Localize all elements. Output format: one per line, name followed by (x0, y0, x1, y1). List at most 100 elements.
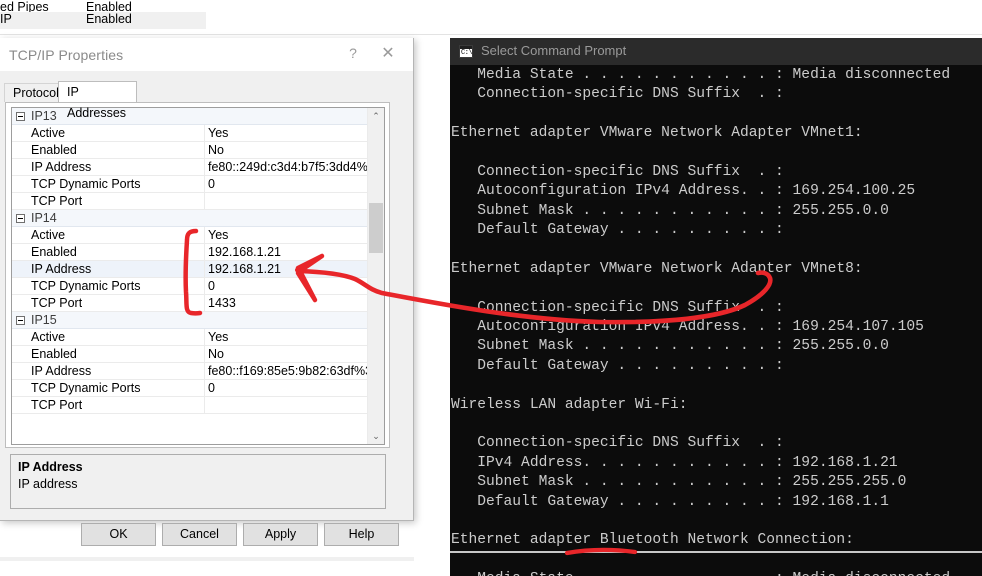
ok-button[interactable]: OK (81, 523, 156, 546)
scroll-up-icon[interactable]: ⌃ (368, 108, 384, 124)
tcpip-properties-dialog: TCP/IP Properties ? ✕ Protocol IP Addres… (0, 38, 414, 561)
grid-group-row[interactable]: IP15 (12, 312, 368, 329)
column-separator (204, 397, 205, 413)
grid-row[interactable]: TCP Port (12, 397, 368, 414)
background-window: ed Pipes Enabled IP Enabled (0, 0, 982, 36)
grid-vertical-scrollbar[interactable]: ⌃ ⌄ (367, 108, 384, 444)
grid-row-value[interactable]: Yes (208, 329, 228, 346)
command-prompt-icon: C:\ (459, 45, 473, 58)
grid-row-value[interactable]: 0 (208, 176, 215, 193)
command-prompt-title: Select Command Prompt (481, 43, 627, 58)
grid-row-label: Active (31, 126, 66, 140)
grid-row-value[interactable]: Yes (208, 125, 228, 142)
grid-rows-container: IP13 Active Yes Enabled No IP Address fe80::24… (12, 108, 381, 414)
grid-row[interactable]: TCP Dynamic Ports 0 (12, 176, 368, 193)
scrollbar-thumb[interactable] (369, 203, 383, 253)
grid-row[interactable]: Enabled No (12, 346, 368, 363)
console-output[interactable]: Media State . . . . . . . . . . . : Medi… (450, 65, 982, 576)
window-divider (0, 34, 982, 35)
collapse-icon[interactable] (16, 112, 25, 121)
dialog-button-bar: OK Cancel Apply Help (0, 523, 414, 559)
console-line: Ethernet adapter VMware Network Adapter … (451, 260, 863, 277)
cancel-button[interactable]: Cancel (162, 523, 237, 546)
grid-row-label: IP Address (31, 262, 92, 276)
grid-row-value[interactable]: fe80::f169:85e5:9b82:63df%3 (208, 363, 372, 380)
column-separator (204, 227, 205, 243)
console-line: Autoconfiguration IPv4 Address. . : 169.… (451, 183, 916, 200)
grid-row[interactable]: Active Yes (12, 227, 368, 244)
property-description-panel: IP Address IP address (10, 454, 386, 509)
grid-group-row[interactable]: IP14 (12, 210, 368, 227)
grid-row-label: TCP Dynamic Ports (31, 381, 141, 395)
grid-row[interactable]: Enabled No (12, 142, 368, 159)
grid-row[interactable]: IP Address fe80::249d:c3d4:b7f5:3dd4%11 (12, 159, 381, 176)
grid-row-value[interactable]: No (208, 346, 224, 363)
grid-row[interactable]: Active Yes (12, 329, 368, 346)
grid-row-label: Active (31, 330, 66, 344)
ip-addresses-grid[interactable]: IP13 Active Yes Enabled No IP Address fe80::24… (11, 107, 385, 445)
tab-protocol[interactable]: Protocol (4, 83, 59, 102)
grid-row[interactable]: TCP Port 1433 (12, 295, 368, 312)
grid-row-label: TCP Port (31, 296, 83, 310)
grid-row-label: Enabled (31, 143, 77, 157)
console-line: IPv4 Address. . . . . . . . . . . : 192.… (451, 454, 898, 471)
scroll-down-icon[interactable]: ⌄ (368, 428, 384, 444)
command-prompt-window[interactable]: C:\ Select Command Prompt Media State . … (450, 38, 982, 576)
grid-row[interactable]: IP Address 192.168.1.21 (12, 261, 368, 278)
help-icon[interactable]: ? (338, 38, 368, 69)
column-separator (204, 142, 205, 158)
grid-row-label: TCP Port (31, 194, 83, 208)
grid-row-value[interactable]: No (208, 142, 224, 159)
column-separator (204, 193, 205, 209)
description-text: IP address (18, 477, 78, 491)
grid-group-row[interactable]: IP13 (12, 108, 368, 125)
grid-row-label: IP Address (31, 160, 92, 174)
grid-row[interactable]: Enabled 192.168.1.21 (12, 244, 368, 261)
console-line: Ethernet adapter Bluetooth Network Conne… (451, 532, 854, 549)
column-separator (204, 159, 205, 175)
column-separator (204, 346, 205, 362)
grid-row-value[interactable]: 192.168.1.21 (208, 261, 281, 278)
console-line: Default Gateway . . . . . . . . . : 192.… (451, 493, 889, 510)
background-row-name: IP (0, 12, 12, 26)
ip-addresses-grid-panel: IP13 Active Yes Enabled No IP Address fe80::24… (5, 102, 390, 448)
console-line: Subnet Mask . . . . . . . . . . . : 255.… (451, 202, 889, 219)
grid-row-value[interactable]: fe80::249d:c3d4:b7f5:3dd4%11 (208, 159, 381, 176)
console-line: Default Gateway . . . . . . . . . : (451, 222, 784, 239)
grid-group-label: IP14 (31, 211, 57, 225)
grid-row[interactable]: TCP Dynamic Ports 0 (12, 278, 368, 295)
console-line: Connection-specific DNS Suffix . : (451, 435, 784, 452)
apply-button[interactable]: Apply (243, 523, 318, 546)
grid-row[interactable]: Active Yes (12, 125, 368, 142)
close-icon[interactable]: ✕ (373, 38, 403, 69)
grid-row[interactable]: TCP Dynamic Ports 0 (12, 380, 368, 397)
tab-ip-addresses[interactable]: IP Addresses (58, 81, 137, 120)
collapse-icon[interactable] (16, 316, 25, 325)
grid-row[interactable]: TCP Port (12, 193, 368, 210)
grid-row-value[interactable]: 192.168.1.21 (208, 244, 281, 261)
background-row: IP Enabled (0, 12, 206, 29)
grid-row[interactable]: IP Address fe80::f169:85e5:9b82:63df%3 (12, 363, 372, 380)
grid-row-label: Enabled (31, 245, 77, 259)
console-line: Media State . . . . . . . . . . . : Medi… (451, 67, 951, 83)
console-line: Subnet Mask . . . . . . . . . . . : 255.… (451, 338, 889, 355)
description-title: IP Address (18, 460, 83, 474)
grid-row-label: TCP Dynamic Ports (31, 279, 141, 293)
console-line: Default Gateway . . . . . . . . . : (451, 357, 784, 374)
grid-row-value[interactable]: Yes (208, 227, 228, 244)
grid-row-value[interactable]: 0 (208, 278, 215, 295)
dialog-titlebar: TCP/IP Properties ? ✕ (0, 38, 413, 71)
console-line: Connection-specific DNS Suffix . : (451, 299, 784, 316)
column-separator (204, 244, 205, 260)
console-line: Ethernet adapter VMware Network Adapter … (451, 125, 863, 142)
column-separator (204, 363, 205, 379)
grid-row-value[interactable]: 1433 (208, 295, 236, 312)
help-button[interactable]: Help (324, 523, 399, 546)
collapse-icon[interactable] (16, 214, 25, 223)
grid-row-value[interactable]: 0 (208, 380, 215, 397)
